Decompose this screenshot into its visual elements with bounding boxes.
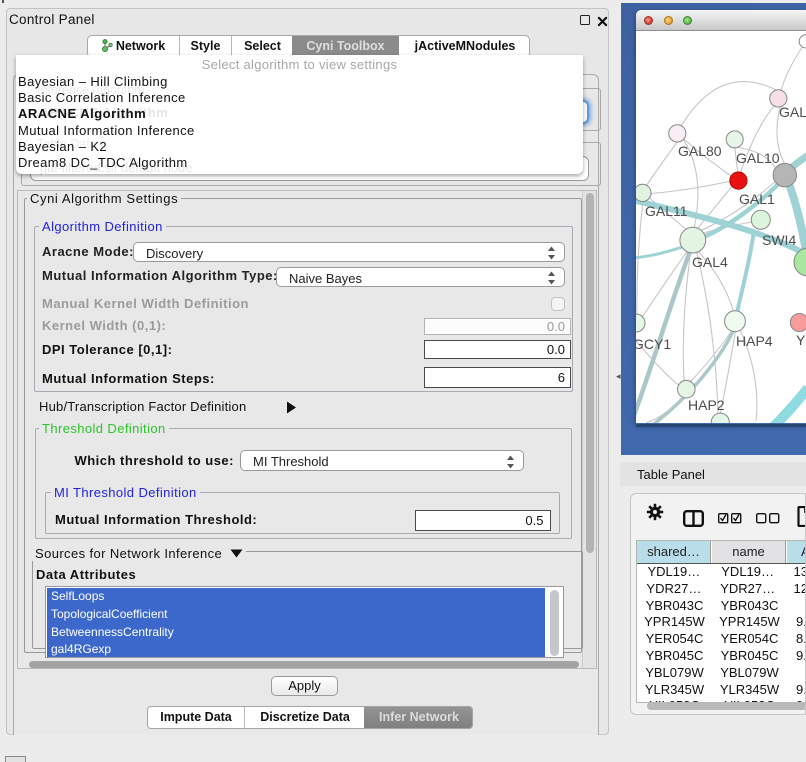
svg-text:GAL10: GAL10 xyxy=(736,150,780,166)
svg-text:GAL2: GAL2 xyxy=(779,104,806,120)
svg-text:GCY1: GCY1 xyxy=(636,336,671,352)
svg-text:HAP4: HAP4 xyxy=(736,333,773,349)
svg-text:GAL4: GAL4 xyxy=(692,254,728,270)
svg-text:GAL80: GAL80 xyxy=(678,143,722,159)
svg-text:YJ: YJ xyxy=(796,332,806,348)
svg-text:HAP2: HAP2 xyxy=(688,397,725,413)
svg-text:GAL11: GAL11 xyxy=(645,203,688,219)
svg-text:SWI4: SWI4 xyxy=(762,232,796,248)
svg-text:GAL1: GAL1 xyxy=(739,191,775,207)
